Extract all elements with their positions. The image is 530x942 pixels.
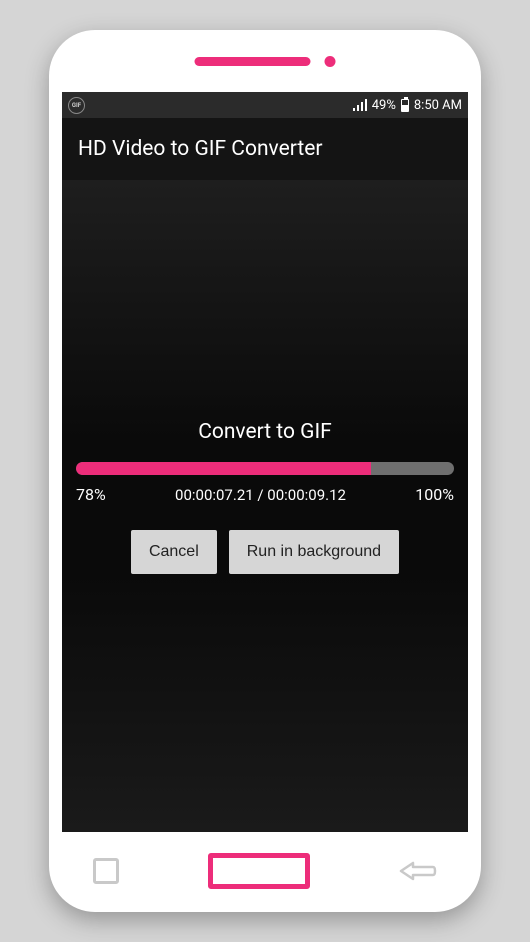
run-background-button[interactable]: Run in background xyxy=(229,530,399,574)
nav-recent-icon[interactable] xyxy=(93,858,119,884)
button-row: Cancel Run in background xyxy=(76,530,454,574)
progress-fill xyxy=(76,462,371,475)
page-title: HD Video to GIF Converter xyxy=(78,137,322,161)
speaker-dot xyxy=(325,56,336,67)
progress-time: 00:00:07.21 / 00:00:09.12 xyxy=(175,486,346,504)
battery-icon xyxy=(401,99,409,112)
gif-badge-icon: GIF xyxy=(68,97,85,114)
status-right: 49% 8:50 AM xyxy=(353,98,462,113)
status-bar: GIF 49% 8:50 AM xyxy=(62,92,468,118)
phone-frame: GIF 49% 8:50 AM HD Video to GIF Converte… xyxy=(49,30,481,912)
battery-percent: 49% xyxy=(372,98,396,113)
convert-panel: Convert to GIF 78% 00:00:07.21 / 00:00:0… xyxy=(76,420,454,574)
app-header: HD Video to GIF Converter xyxy=(62,118,468,180)
progress-row: 78% 00:00:07.21 / 00:00:09.12 100% xyxy=(76,485,454,504)
nav-bar xyxy=(49,846,481,896)
progress-bar xyxy=(76,462,454,475)
phone-earpiece xyxy=(195,56,336,67)
progress-max: 100% xyxy=(415,485,454,504)
nav-back-icon[interactable] xyxy=(399,860,437,882)
app-body: Convert to GIF 78% 00:00:07.21 / 00:00:0… xyxy=(62,180,468,832)
convert-title: Convert to GIF xyxy=(76,420,454,444)
progress-percent: 78% xyxy=(76,485,106,504)
nav-home-icon[interactable] xyxy=(208,853,310,889)
speaker-bar xyxy=(195,57,311,66)
screen: GIF 49% 8:50 AM HD Video to GIF Converte… xyxy=(62,92,468,832)
cancel-button[interactable]: Cancel xyxy=(131,530,217,574)
signal-icon xyxy=(353,99,367,111)
status-time: 8:50 AM xyxy=(414,98,462,113)
